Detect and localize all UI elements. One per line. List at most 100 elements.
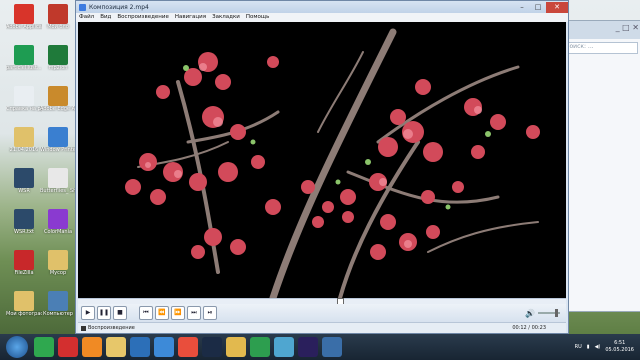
desktop-icon[interactable]: FileZilla	[6, 250, 42, 294]
clock[interactable]: 6:51 05.05.2016	[605, 340, 634, 354]
desktop-icon-image	[48, 209, 68, 229]
media-player-window: Композиция 2.mp4 – □ ✕ Файл Вид Воспроизве…	[75, 0, 569, 334]
player-app-icon	[79, 3, 86, 11]
photoshop-taskbar-icon[interactable]	[202, 337, 222, 357]
language-indicator[interactable]: RU	[575, 344, 582, 350]
explorer-search-input[interactable]: Поиск: ...	[562, 42, 638, 54]
desktop-icon[interactable]: WSR	[6, 168, 42, 212]
title-bar[interactable]: Композиция 2.mp4 – □ ✕	[76, 1, 568, 13]
desktop-icon[interactable]: Adobe Edge Animate C...	[40, 86, 76, 130]
volume-tray-icon[interactable]: ◀)	[595, 344, 601, 350]
desktop-icon-image	[14, 168, 34, 188]
media-taskbar-icon[interactable]	[130, 337, 150, 357]
desktop-icon[interactable]: Мои фотографии	[6, 291, 42, 335]
close-button[interactable]: ✕	[546, 1, 568, 13]
pause-button[interactable]: ❚❚	[97, 306, 111, 320]
frame-step-icon: ⏯	[207, 309, 213, 316]
window-buttons: – □ ✕	[514, 1, 568, 13]
desktop-icon-label: Компьютер	[43, 311, 73, 317]
opera-taskbar-icon[interactable]	[58, 337, 78, 357]
desktop-icon-label: mp2ion	[48, 65, 68, 71]
desktop-icon-label: Adobe Edge Animate C...	[40, 106, 76, 112]
volume-handle[interactable]	[555, 309, 558, 317]
player-taskbar-icon[interactable]	[322, 337, 342, 357]
chrome2-taskbar-icon[interactable]	[178, 337, 198, 357]
menu-item[interactable]: Навигация	[175, 13, 206, 22]
desktop-icon-label: Window Printerit	[40, 147, 76, 153]
menu-item[interactable]: Воспроизведение	[117, 13, 168, 22]
menu-item[interactable]: Файл	[79, 13, 94, 22]
status-text: Воспроизведение	[88, 325, 135, 331]
desktop-icon[interactable]: particleIllust... 3.0	[6, 45, 42, 89]
video-frame[interactable]	[78, 22, 566, 298]
minimize-button[interactable]: –	[514, 2, 530, 13]
firefox-taskbar-icon[interactable]	[82, 337, 102, 357]
desktop-icon[interactable]: 21.04.2016	[6, 127, 42, 171]
desktop-icon-image	[14, 291, 34, 311]
rewind-button[interactable]: ⏪	[155, 306, 169, 320]
menu-item[interactable]: Помощь	[246, 13, 269, 22]
explorer-taskbar-icon[interactable]	[106, 337, 126, 357]
desktop-icon-label: WSR	[18, 188, 30, 194]
desktop-icon-image	[14, 4, 34, 24]
skip-back-icon: ⏮	[143, 309, 149, 316]
rewind-icon: ⏪	[158, 309, 166, 316]
desktop-icon-label: particleIllust... 3.0	[6, 65, 42, 71]
volume-slider[interactable]	[538, 309, 560, 317]
forward-button[interactable]: ⏩	[171, 306, 185, 320]
chrome-taskbar-icon[interactable]	[34, 337, 54, 357]
folder-taskbar-icon[interactable]	[226, 337, 246, 357]
desktop-icon-label: Справка на русском	[6, 106, 42, 112]
desktop-icon-image	[48, 45, 68, 65]
desktop-icon-label: Butterflies_ Shane	[40, 188, 76, 194]
playback-controls: ▶ ❚❚ ■ ⏮ ⏪ ⏩ ⏭ ⏯ 🔊	[78, 304, 566, 322]
menu-bar: Файл Вид Воспроизведение Навигация Закладки П…	[76, 13, 568, 22]
desktop-icon-image	[48, 291, 68, 311]
app-taskbar-icon[interactable]	[274, 337, 294, 357]
status-play-indicator-icon	[81, 325, 86, 331]
menu-item[interactable]: Вид	[100, 13, 111, 22]
pause-icon: ❚❚	[98, 309, 110, 316]
frame-step-button[interactable]: ⏯	[203, 306, 217, 320]
aftereffects-taskbar-icon[interactable]	[298, 337, 318, 357]
maximize-button[interactable]: □	[530, 2, 546, 13]
desktop-icon[interactable]: Butterflies_ Shane	[40, 168, 76, 212]
status-bar: Воспроизведение 00:12 / 00:23	[78, 322, 566, 333]
desktop-icon-image	[48, 250, 68, 270]
desktop-icon-image	[14, 86, 34, 106]
start-button[interactable]	[6, 336, 28, 358]
desktop-icon-label: WSR.txt	[14, 229, 34, 235]
skip-forward-icon: ⏭	[191, 309, 197, 316]
ie-taskbar-icon[interactable]	[154, 337, 174, 357]
fast-forward-icon: ⏩	[174, 309, 182, 316]
status-left: Воспроизведение	[78, 323, 135, 333]
desktop-icon[interactable]: Справка на русском	[6, 86, 42, 130]
desktop-icon[interactable]: Adobe Applicati...	[6, 4, 42, 48]
stop-button[interactable]: ■	[113, 306, 127, 320]
explorer-window-controls[interactable]: _ □ ✕	[616, 23, 639, 32]
explorer-window[interactable]: _ □ ✕ Поиск: ...	[558, 20, 640, 312]
desktop-icon[interactable]: Мусор	[40, 250, 76, 294]
camtasia-taskbar-icon[interactable]	[250, 337, 270, 357]
stop-icon: ■	[117, 309, 123, 316]
taskbar-apps	[34, 337, 346, 357]
volume-control: 🔊	[525, 309, 560, 318]
desktop-icon[interactable]: Window Printerit	[40, 127, 76, 171]
desktop-icon[interactable]: WSR.txt	[6, 209, 42, 253]
next-button[interactable]: ⏭	[187, 306, 201, 320]
taskbar: RU ▮ ◀) 6:51 05.05.2016	[0, 334, 640, 360]
desktop-icon-image	[14, 250, 34, 270]
time-display: 00:12 / 00:23	[512, 325, 546, 331]
window-title: Композиция 2.mp4	[89, 3, 149, 11]
speaker-icon[interactable]: 🔊	[525, 309, 535, 318]
prev-button[interactable]: ⏮	[139, 306, 153, 320]
desktop-icon[interactable]: ColorMania	[40, 209, 76, 253]
desktop-icon[interactable]: Мой бло	[40, 4, 76, 48]
network-icon[interactable]: ▮	[587, 344, 590, 350]
desktop-icon-image	[14, 127, 34, 147]
play-button[interactable]: ▶	[81, 306, 95, 320]
desktop-icon[interactable]: mp2ion	[40, 45, 76, 89]
desktop-icon[interactable]: Компьютер	[40, 291, 76, 335]
desktop-icon-image	[48, 168, 68, 188]
menu-item[interactable]: Закладки	[212, 13, 240, 22]
